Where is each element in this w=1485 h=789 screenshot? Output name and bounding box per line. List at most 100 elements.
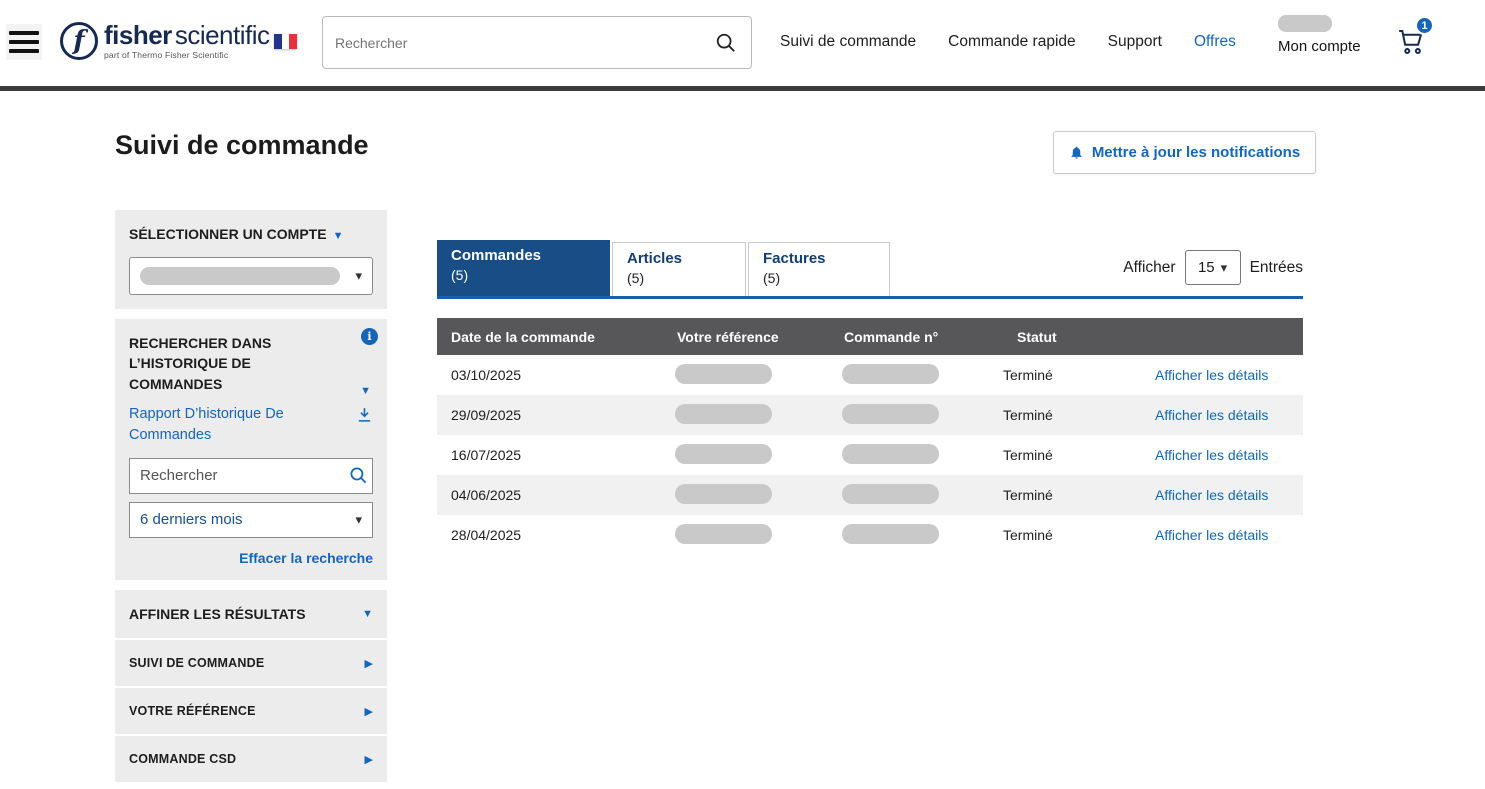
redacted-account-name [1278,15,1332,32]
hamburger-menu-icon[interactable] [6,24,42,60]
column-header-date: Date de la commande [437,329,663,345]
period-value: 6 derniers mois [140,511,243,528]
select-account-panel: SÉLECTIONNER UN COMPTE ▼ ▾ [115,210,387,309]
entries-control: Afficher 15 ▾ Entrées [1123,250,1303,285]
header-search [322,16,752,69]
page: f fisherscientific part of Thermo Fisher… [0,0,1485,789]
tabs-row: Commandes (5) Articles (5) Factures (5) … [437,240,1303,296]
bell-icon [1069,145,1084,160]
view-details-link[interactable]: Afficher les détails [1155,527,1268,543]
sidebar: SÉLECTIONNER UN COMPTE ▼ ▾ i RECHERCHER D… [115,210,387,784]
redacted-order-number [842,364,939,384]
view-details-link[interactable]: Afficher les détails [1155,407,1268,423]
orders-content: Commandes (5) Articles (5) Factures (5) … [437,240,1303,555]
filter-votre-reference[interactable]: VOTRE RÉFÉRENCE ▶ [115,688,387,734]
filter-commande-csd[interactable]: COMMANDE CSD ▶ [115,736,387,782]
page-title: Suivi de commande [115,130,369,161]
column-header-reference: Votre référence [663,329,830,345]
update-notifications-button[interactable]: Mettre à jour les notifications [1053,131,1316,174]
table-row: 28/04/2025 Terminé Afficher les détails [437,515,1303,555]
view-details-link[interactable]: Afficher les détails [1155,367,1268,383]
order-date: 04/06/2025 [437,487,663,503]
chevron-down-icon: ▾ [355,268,362,284]
cart-button[interactable]: 1 [1395,26,1435,60]
redacted-order-number [842,404,939,424]
order-date: 29/09/2025 [437,407,663,423]
view-details-link[interactable]: Afficher les détails [1155,447,1268,463]
account-menu[interactable]: Mon compte [1278,15,1361,55]
tab-commandes[interactable]: Commandes (5) [437,240,610,296]
order-status: Terminé [1003,487,1155,503]
redacted-reference [675,404,772,424]
nav-commande-rapide[interactable]: Commande rapide [948,33,1076,51]
order-status: Terminé [1003,527,1155,543]
order-history-report-link[interactable]: Rapport D’historique De Commandes [129,404,319,446]
nav-support[interactable]: Support [1108,33,1162,51]
order-status: Terminé [1003,447,1155,463]
fisher-logo-mark-icon: f [60,22,98,60]
logo-word-fisher: fisher [104,20,172,50]
entries-label-before: Afficher [1123,259,1175,277]
fisher-logo[interactable]: f fisherscientific part of Thermo Fisher… [60,22,270,60]
info-icon[interactable]: i [361,328,378,345]
column-header-order-number: Commande n° [830,329,1003,345]
redacted-order-number [842,444,939,464]
order-status: Terminé [1003,367,1155,383]
orders-table: Date de la commande Votre référence Comm… [437,318,1303,555]
tabs-underline [437,296,1303,299]
logo-word-scientific: scientific [175,20,270,50]
download-icon[interactable] [356,406,373,446]
nav-suivi-de-commande[interactable]: Suivi de commande [780,33,916,51]
collapse-triangle-icon[interactable]: ▼ [333,230,344,242]
entries-value: 15 [1198,259,1215,276]
header: f fisherscientific part of Thermo Fisher… [0,0,1485,86]
column-header-status: Statut [1003,329,1155,345]
tab-factures[interactable]: Factures (5) [748,242,890,296]
table-row: 04/06/2025 Terminé Afficher les détails [437,475,1303,515]
triangle-right-icon: ▶ [365,705,373,718]
triangle-right-icon: ▶ [365,657,373,670]
account-label: Mon compte [1278,38,1361,55]
collapse-triangle-icon[interactable]: ▼ [362,608,373,620]
history-search-box [129,458,373,494]
tab-articles[interactable]: Articles (5) [612,242,746,296]
order-status: Terminé [1003,407,1155,423]
logo-tagline: part of Thermo Fisher Scientific [104,50,270,60]
entries-select[interactable]: 15 ▾ [1185,250,1241,285]
triangle-right-icon: ▶ [365,753,373,766]
clear-search-link[interactable]: Effacer la recherche [129,550,373,566]
redacted-reference [675,364,772,384]
table-row: 16/07/2025 Terminé Afficher les détails [437,435,1303,475]
select-account-title: SÉLECTIONNER UN COMPTE [129,226,327,242]
nav-offres[interactable]: Offres [1194,33,1236,51]
header-search-input[interactable] [323,35,715,51]
entries-label-after: Entrées [1250,259,1303,277]
redacted-reference [675,484,772,504]
refine-results-title: AFFINER LES RÉSULTATS [129,604,306,624]
cart-badge: 1 [1415,16,1434,35]
search-icon[interactable] [715,32,737,54]
redacted-reference [675,524,772,544]
redacted-order-number [842,484,939,504]
chevron-down-icon: ▾ [1221,260,1228,276]
order-date: 16/07/2025 [437,447,663,463]
search-icon[interactable] [349,466,368,485]
language-flag-fr-icon[interactable] [274,34,297,49]
order-history-search-panel: i RECHERCHER DANS L’HISTORIQUE DE COMMAN… [115,319,387,580]
redacted-reference [675,444,772,464]
chevron-down-icon: ▾ [355,512,362,528]
table-header-row: Date de la commande Votre référence Comm… [437,318,1303,355]
redacted-order-number [842,524,939,544]
table-row: 29/09/2025 Terminé Afficher les détails [437,395,1303,435]
period-select[interactable]: 6 derniers mois ▾ [129,502,373,538]
filter-suivi-de-commande[interactable]: SUIVI DE COMMANDE ▶ [115,640,387,686]
notifications-button-label: Mettre à jour les notifications [1092,144,1300,161]
view-details-link[interactable]: Afficher les détails [1155,487,1268,503]
account-select[interactable]: ▾ [129,257,373,295]
table-row: 03/10/2025 Terminé Afficher les détails [437,355,1303,395]
history-search-input[interactable] [130,467,349,484]
collapse-triangle-icon[interactable]: ▼ [360,385,371,397]
order-history-title: RECHERCHER DANS L’HISTORIQUE DE COMMANDE… [129,333,329,394]
order-date: 03/10/2025 [437,367,663,383]
order-date: 28/04/2025 [437,527,663,543]
